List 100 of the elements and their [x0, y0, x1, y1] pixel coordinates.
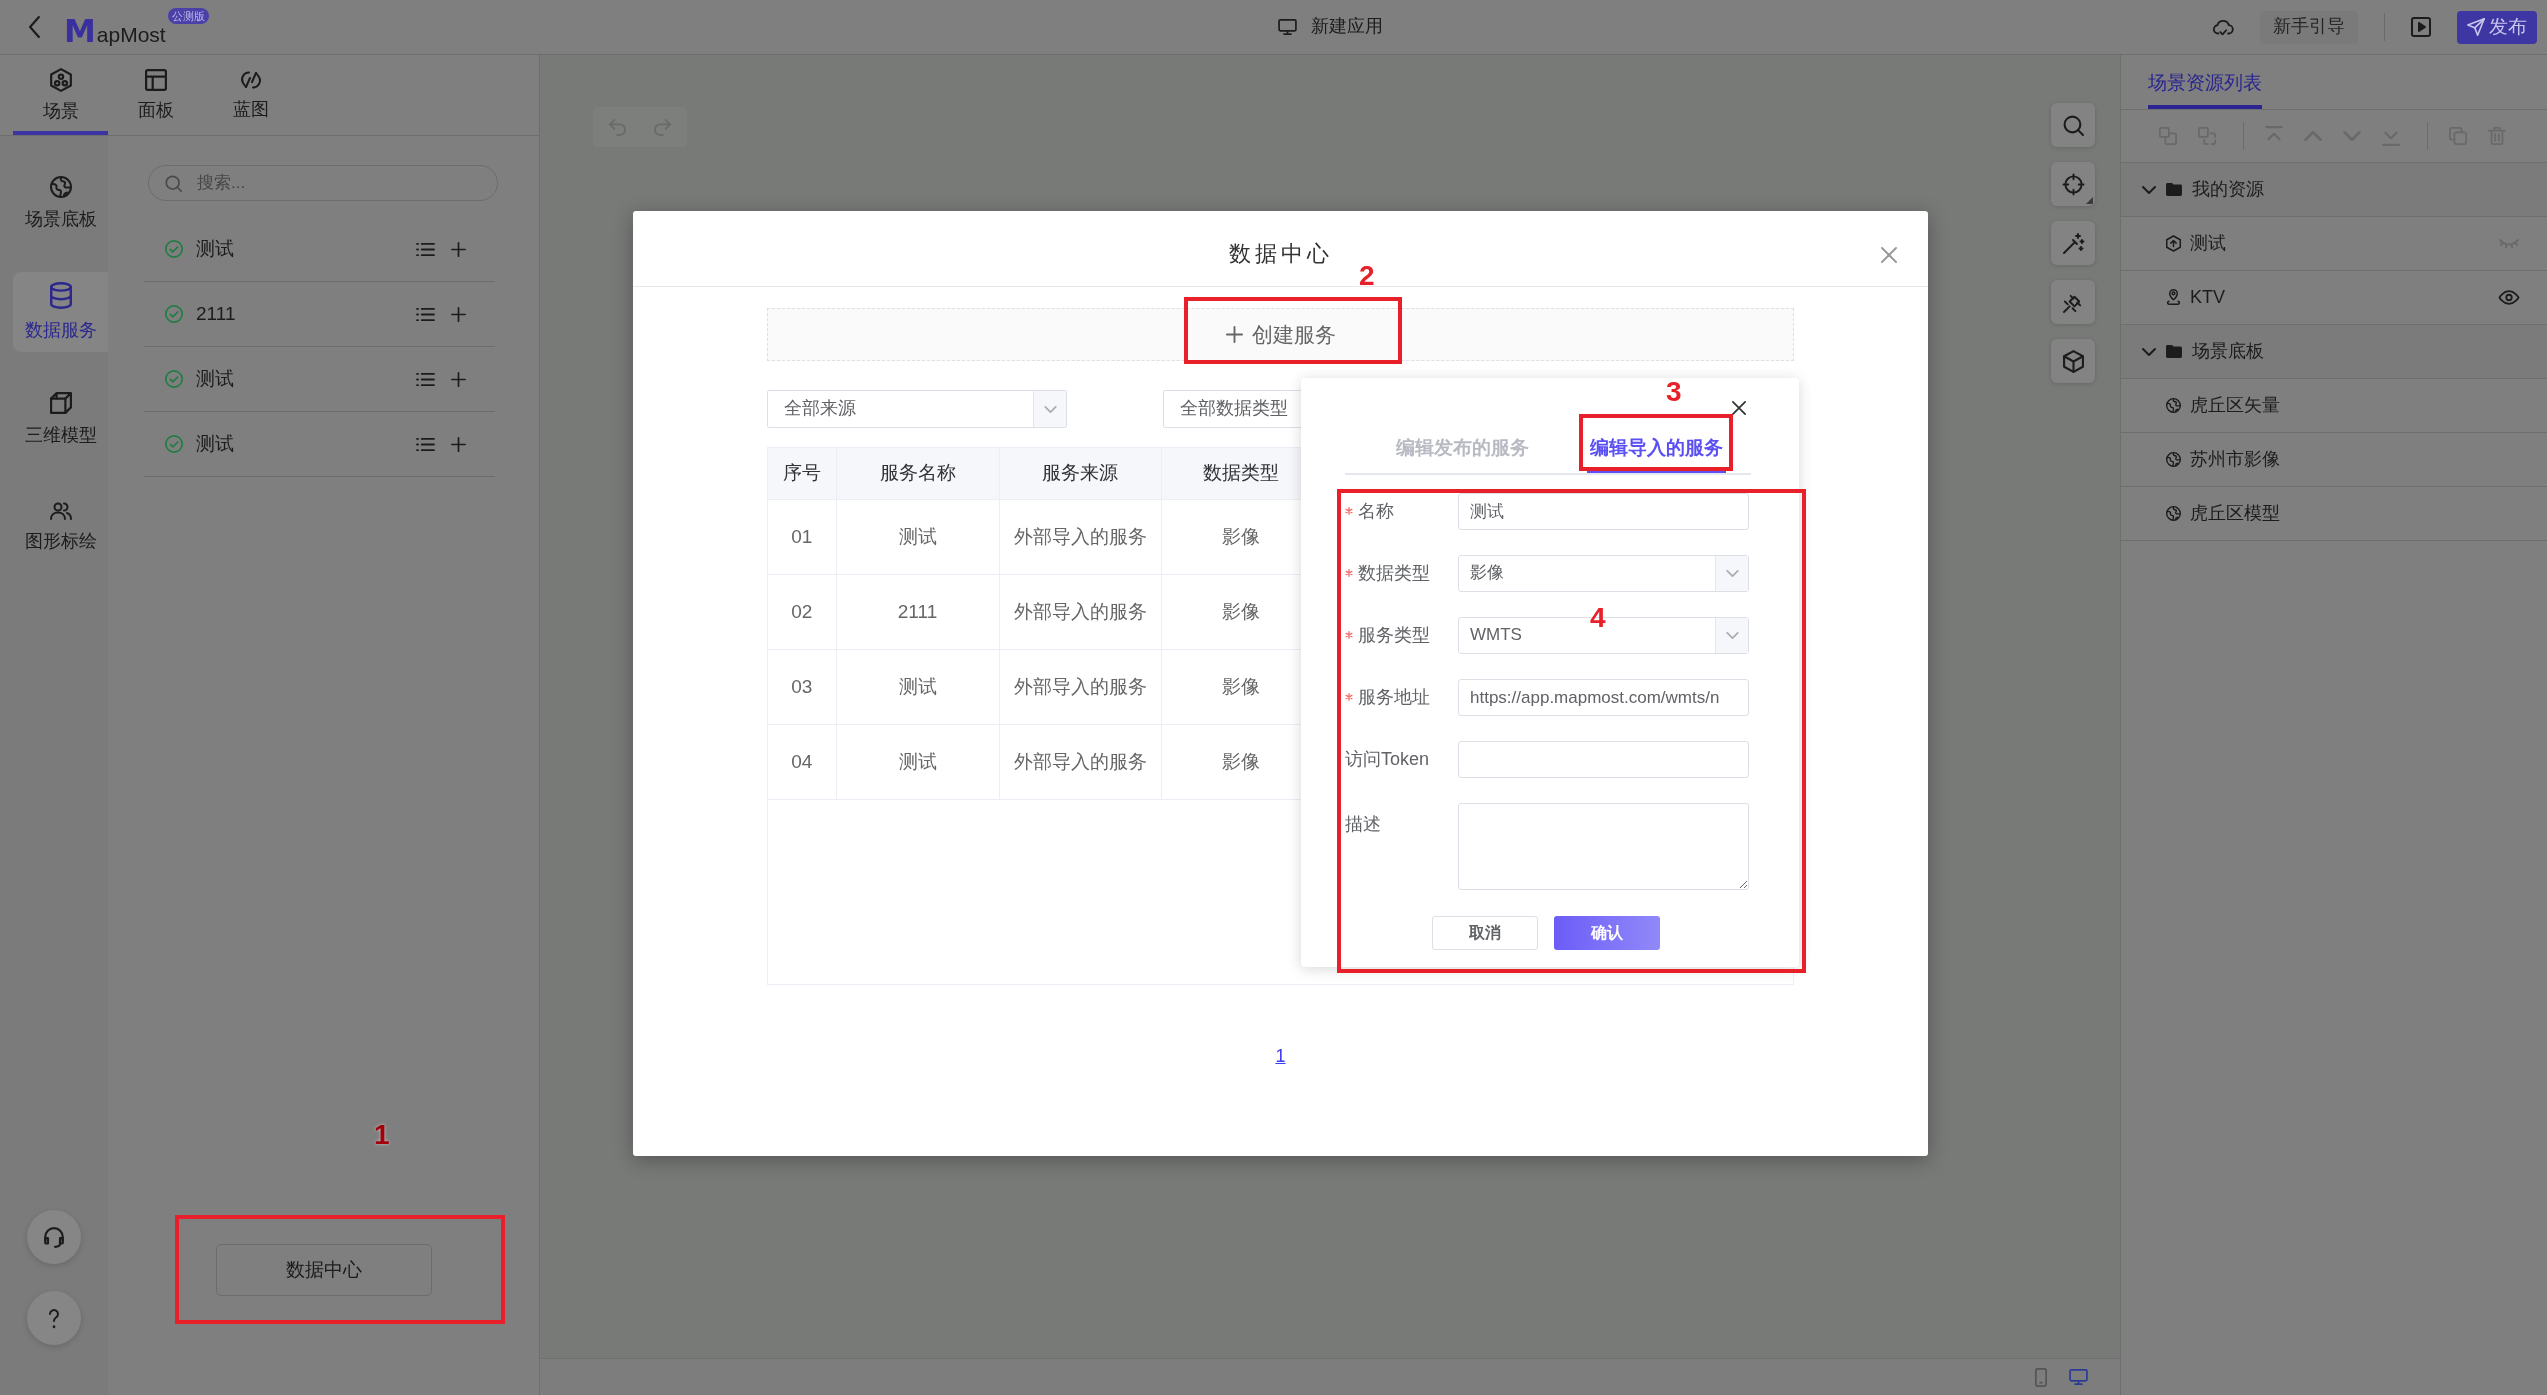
globe-icon	[49, 176, 72, 199]
tab[interactable]: 编辑导入的服务	[1586, 424, 1726, 473]
field-label: 描述	[1345, 813, 1381, 836]
step-number: 3	[1666, 376, 1682, 408]
list-icon[interactable]	[416, 306, 435, 322]
locate-button[interactable]	[2051, 162, 2095, 206]
table-cell: 03	[768, 649, 836, 725]
tree-item[interactable]: 虎丘区模型	[2121, 487, 2547, 541]
cube-button[interactable]	[2051, 339, 2095, 383]
field-label: 服务地址	[1358, 685, 1430, 709]
hexagon-icon	[49, 68, 72, 93]
table-cell: 02	[768, 574, 836, 650]
plus-icon[interactable]	[451, 241, 466, 257]
globe-icon	[2166, 506, 2181, 521]
mode-tab[interactable]: 面板	[108, 55, 203, 135]
text-field[interactable]	[1458, 741, 1749, 778]
filter-select[interactable]: 全部来源	[767, 390, 1067, 428]
plus-icon[interactable]	[451, 306, 466, 322]
pin-icon	[2166, 289, 2181, 306]
tree-item[interactable]: 虎丘区矢量	[2121, 379, 2547, 433]
field-label: 名称	[1358, 499, 1394, 523]
crosshair-icon	[2062, 173, 2084, 195]
tree-group[interactable]: 场景底板	[2121, 325, 2547, 379]
cube-icon	[49, 392, 72, 415]
column-header: 服务来源	[999, 447, 1161, 500]
table-cell: 2111	[836, 574, 999, 650]
confirm-button[interactable]: 确认	[1554, 916, 1660, 950]
plus-icon[interactable]	[451, 436, 466, 452]
panel-tab[interactable]: 场景资源列表	[2148, 55, 2262, 109]
folder-icon	[2166, 183, 2182, 196]
question-icon	[48, 1307, 60, 1329]
page-link[interactable]: 1	[1275, 1045, 1286, 1069]
step-number: 2	[1359, 260, 1375, 292]
publish-button[interactable]: 发布	[2457, 10, 2537, 44]
monitor-icon[interactable]	[2069, 1369, 2088, 1385]
text-field[interactable]: 测试	[1458, 493, 1749, 530]
satellite-button[interactable]	[2051, 280, 2095, 324]
text-field[interactable]: https://app.mapmost.com/wmts/n	[1458, 679, 1749, 716]
link-icon	[239, 70, 262, 91]
plus-icon[interactable]	[451, 371, 466, 387]
cloud-icon[interactable]	[2212, 18, 2234, 36]
check-circle-icon	[165, 370, 183, 388]
select-field[interactable]: 影像	[1458, 555, 1749, 592]
check-circle-icon	[165, 240, 183, 258]
send-icon	[2467, 18, 2485, 36]
data-center-button[interactable]: 数据中心	[216, 1244, 432, 1296]
hexagon-arrow-icon	[2166, 235, 2181, 252]
search-field[interactable]: 搜索...	[148, 165, 498, 201]
table-cell: 外部导入的服务	[999, 574, 1161, 650]
database-icon	[49, 281, 72, 309]
table-cell: 01	[768, 499, 836, 575]
nav-item[interactable]: 场景底板	[13, 164, 108, 244]
eye-icon[interactable]	[2499, 290, 2519, 305]
tree-item[interactable]: 苏州市影像	[2121, 433, 2547, 487]
item-name: 测试	[196, 236, 234, 261]
item-name: 测试	[196, 366, 234, 391]
close-icon[interactable]	[1732, 401, 1746, 415]
chevron-down-icon	[1725, 570, 1739, 577]
guide-button[interactable]: 新手引导	[2260, 10, 2358, 44]
support-button[interactable]	[27, 1210, 81, 1264]
create-service-button[interactable]: 创建服务	[767, 308, 1794, 361]
check-circle-icon	[165, 305, 183, 323]
chevron-down-icon	[1043, 405, 1057, 413]
cancel-button[interactable]: 取消	[1432, 916, 1538, 950]
monitor-icon	[1277, 19, 1297, 35]
nav-item[interactable]: 图形标绘	[13, 488, 108, 568]
step-number: 1	[374, 1119, 390, 1151]
logo: MapMost	[64, 11, 166, 48]
table-cell: 测试	[836, 499, 999, 575]
search-button[interactable]	[2051, 103, 2095, 147]
beta-tag: 公测版	[167, 8, 209, 24]
tree-group[interactable]: 我的资源	[2121, 163, 2547, 217]
dialog-title: 数据中心	[1228, 240, 1333, 269]
list-icon[interactable]	[416, 241, 435, 257]
nav-item[interactable]: 三维模型	[13, 380, 108, 460]
table-cell: 外部导入的服务	[999, 724, 1161, 800]
tree-item[interactable]: 测试	[2121, 217, 2547, 271]
cube-icon	[2062, 349, 2084, 373]
search-icon	[2062, 114, 2084, 136]
field-label: 数据类型	[1358, 561, 1430, 585]
globe-icon	[2166, 452, 2181, 467]
search-icon	[165, 175, 182, 192]
item-name: 测试	[196, 431, 234, 456]
field-label: 服务类型	[1358, 623, 1430, 647]
table-cell: 测试	[836, 724, 999, 800]
list-icon[interactable]	[416, 436, 435, 452]
play-icon[interactable]	[2411, 17, 2431, 37]
chevron-down-icon	[1725, 632, 1739, 639]
list-icon[interactable]	[416, 371, 435, 387]
mode-tab[interactable]: 蓝图	[203, 55, 298, 135]
layout-icon	[144, 69, 167, 92]
field-label: 访问Token	[1345, 747, 1430, 771]
folder-icon	[2166, 345, 2182, 358]
check-circle-icon	[165, 435, 183, 453]
textarea-field[interactable]	[1458, 803, 1749, 890]
wand-button[interactable]	[2051, 221, 2095, 265]
globe-icon	[2166, 398, 2181, 413]
nav-item[interactable]: 数据服务	[13, 272, 108, 352]
back-icon[interactable]	[29, 16, 40, 38]
corner-mark-icon	[2086, 197, 2093, 204]
